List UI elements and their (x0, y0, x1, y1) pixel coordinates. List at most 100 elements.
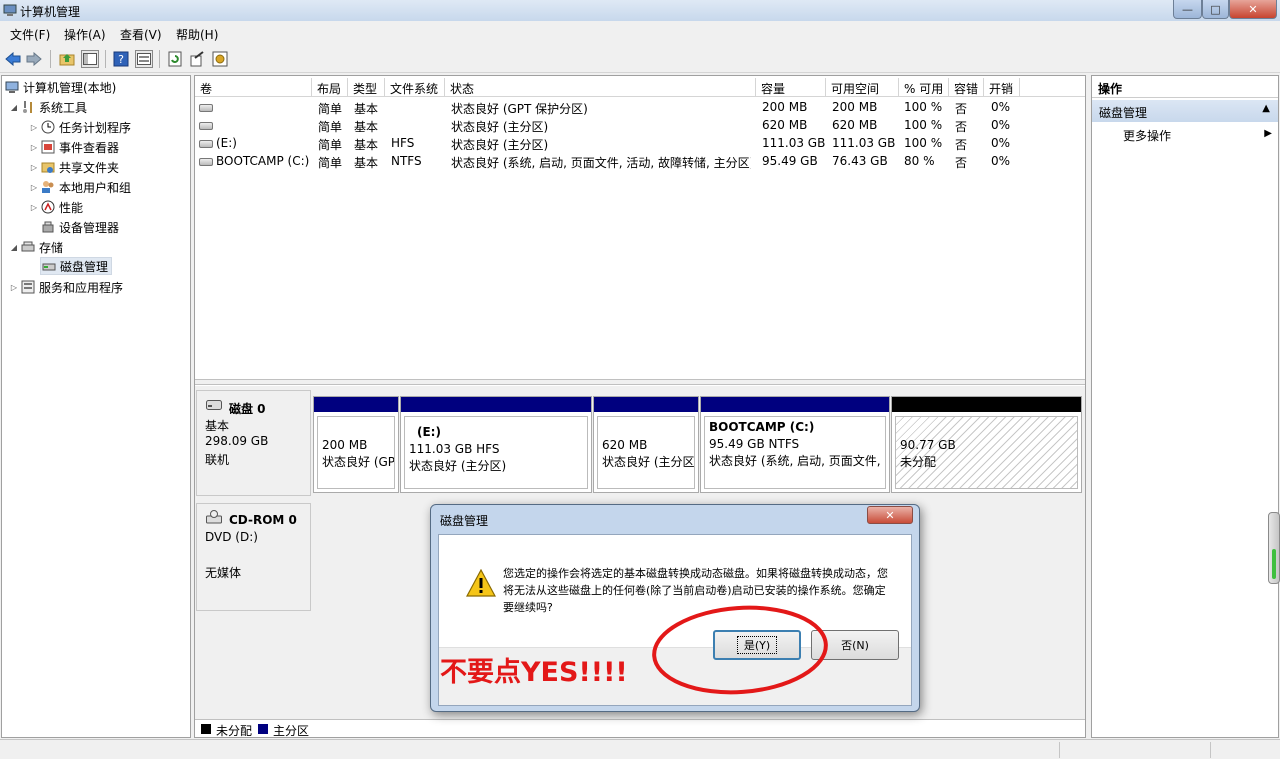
menu-view[interactable]: 查看(V) (120, 26, 162, 43)
tree-item-local-users[interactable]: ▷ 本地用户和组 (28, 178, 131, 196)
tools-icon (20, 100, 36, 114)
tree-item-root[interactable]: 计算机管理(本地) (4, 78, 116, 96)
tree-label: 任务计划程序 (59, 120, 132, 135)
cdrom-0-label[interactable]: CD-ROM 0 DVD (D:) 无媒体 (196, 503, 311, 611)
tree-item-services-apps[interactable]: ▷ 服务和应用程序 (8, 278, 123, 296)
col-capacity[interactable]: 容量 (756, 78, 826, 97)
collapse-arrow-icon[interactable]: ◢ (8, 103, 20, 112)
legend-unallocated: 未分配 (216, 724, 253, 738)
help-icon[interactable]: ? (112, 50, 130, 68)
cdrom-media: 无媒体 (205, 566, 242, 580)
volume-row[interactable]: BOOTCAMP (C:) 简单 基本 NTFS 状态良好 (系统, 启动, 页… (195, 152, 1085, 170)
legend: 未分配 主分区 (195, 719, 1085, 738)
drive-icon (199, 121, 213, 130)
col-status[interactable]: 状态 (445, 78, 756, 97)
users-icon (40, 180, 56, 194)
collapse-arrow-icon[interactable]: ◢ (8, 243, 20, 252)
more-actions-item[interactable]: 更多操作 ▶ (1092, 125, 1278, 145)
services-icon (20, 280, 36, 294)
help-topic-icon[interactable] (211, 50, 229, 68)
scrollbar-thumb[interactable] (1268, 512, 1280, 584)
tree-item-storage[interactable]: ◢ 存储 (8, 238, 63, 256)
primary-partition-bar (401, 397, 591, 412)
disk-size: 298.09 GB (205, 434, 269, 448)
expand-arrow-icon[interactable]: ▷ (28, 203, 40, 212)
minimize-button[interactable]: — (1173, 0, 1202, 19)
pane-splitter[interactable] (195, 379, 1085, 385)
menu-help[interactable]: 帮助(H) (176, 26, 218, 43)
properties-icon[interactable] (135, 50, 153, 68)
col-volume[interactable]: 卷 (195, 78, 312, 97)
menu-action[interactable]: 操作(A) (64, 26, 106, 43)
performance-icon (40, 200, 56, 214)
export-icon[interactable] (188, 50, 206, 68)
menu-file[interactable]: 文件(F) (10, 26, 50, 43)
forward-arrow-icon[interactable] (25, 50, 43, 68)
tree-label: 计算机管理(本地) (23, 80, 117, 95)
drive-icon (199, 157, 213, 166)
drive-icon (199, 139, 213, 148)
tree-item-device-manager[interactable]: 设备管理器 (40, 218, 119, 236)
toolbar: ? (0, 45, 1280, 73)
tree-item-event-viewer[interactable]: ▷ 事件查看器 (28, 138, 119, 156)
tree-label: 存储 (39, 240, 64, 255)
primary-partition-bar (314, 397, 398, 412)
tree-item-performance[interactable]: ▷ 性能 (28, 198, 83, 216)
tree-label: 性能 (59, 200, 84, 215)
tree-label: 本地用户和组 (59, 180, 132, 195)
dialog-close-button[interactable]: ✕ (867, 506, 913, 524)
volume-row[interactable]: 简单 基本 状态良好 (主分区) 620 MB 620 MB 100 % 否 0… (195, 116, 1085, 134)
partition-bootcamp[interactable]: BOOTCAMP (C:) 95.49 GB NTFS 状态良好 (系统, 启动… (700, 396, 890, 493)
expand-arrow-icon[interactable]: ▷ (28, 163, 40, 172)
col-filesystem[interactable]: 文件系统 (385, 78, 445, 97)
volume-row[interactable]: (E:) 简单 基本 HFS 状态良好 (主分区) 111.03 GB 111.… (195, 134, 1085, 152)
tree-label: 服务和应用程序 (39, 280, 124, 295)
submenu-arrow-icon: ▶ (1264, 128, 1272, 139)
disk-icon (206, 400, 222, 410)
tree-label: 系统工具 (39, 100, 88, 115)
volume-row[interactable]: 简单 基本 状态良好 (GPT 保护分区) 200 MB 200 MB 100 … (195, 98, 1085, 116)
storage-icon (20, 240, 36, 254)
disk-0-label[interactable]: 磁盘 0 基本 298.09 GB 联机 (196, 390, 311, 496)
shared-folder-icon (40, 160, 56, 174)
show-tree-icon[interactable] (81, 50, 99, 68)
col-fault-tolerance[interactable]: 容错 (949, 78, 984, 97)
refresh-icon[interactable] (166, 50, 184, 68)
col-overhead[interactable]: 开销 (984, 78, 1020, 97)
partition-unallocated[interactable]: 90.77 GB 未分配 (891, 396, 1082, 493)
up-folder-icon[interactable] (58, 50, 76, 68)
maximize-button[interactable]: □ (1202, 0, 1229, 19)
partition-efi[interactable]: 200 MB 状态良好 (GP (313, 396, 399, 493)
window-title: 计算机管理 (20, 5, 81, 19)
tree-item-system-tools[interactable]: ◢ 系统工具 (8, 98, 87, 116)
dialog-title: 磁盘管理 (440, 514, 489, 528)
drive-icon (199, 103, 213, 112)
expand-arrow-icon[interactable]: ▷ (28, 183, 40, 192)
event-viewer-icon (40, 140, 56, 154)
tree-label: 事件查看器 (59, 140, 120, 155)
expand-arrow-icon[interactable]: ▷ (8, 283, 20, 292)
cdrom-name: CD-ROM 0 (229, 513, 297, 527)
actions-section-disk-management[interactable]: 磁盘管理 ▲ (1092, 100, 1278, 122)
back-arrow-icon[interactable] (4, 50, 22, 68)
collapse-up-icon[interactable]: ▲ (1262, 103, 1270, 114)
col-free[interactable]: 可用空间 (826, 78, 899, 97)
expand-arrow-icon[interactable]: ▷ (28, 123, 40, 132)
partition-e[interactable]: (E:) 111.03 GB HFS 状态良好 (主分区) (400, 396, 592, 493)
unallocated-bar (892, 397, 1081, 412)
col-type[interactable]: 类型 (348, 78, 385, 97)
actions-pane: 操作 磁盘管理 ▲ 更多操作 ▶ (1091, 75, 1279, 738)
col-percent-free[interactable]: % 可用 (899, 78, 949, 97)
col-layout[interactable]: 布局 (312, 78, 348, 97)
close-button[interactable]: ✕ (1229, 0, 1277, 19)
partition-recovery[interactable]: 620 MB 状态良好 (主分区 (593, 396, 699, 493)
title-bar: 计算机管理 — □ ✕ (0, 0, 1280, 21)
tree-item-disk-management[interactable]: 磁盘管理 (40, 257, 113, 275)
tree-item-shared-folders[interactable]: ▷ 共享文件夹 (28, 158, 119, 176)
clock-icon (40, 120, 56, 134)
computer-management-icon (4, 80, 20, 94)
disk-name: 磁盘 0 (229, 402, 266, 416)
tree-item-task-scheduler[interactable]: ▷ 任务计划程序 (28, 118, 131, 136)
expand-arrow-icon[interactable]: ▷ (28, 143, 40, 152)
warning-icon (466, 569, 496, 597)
